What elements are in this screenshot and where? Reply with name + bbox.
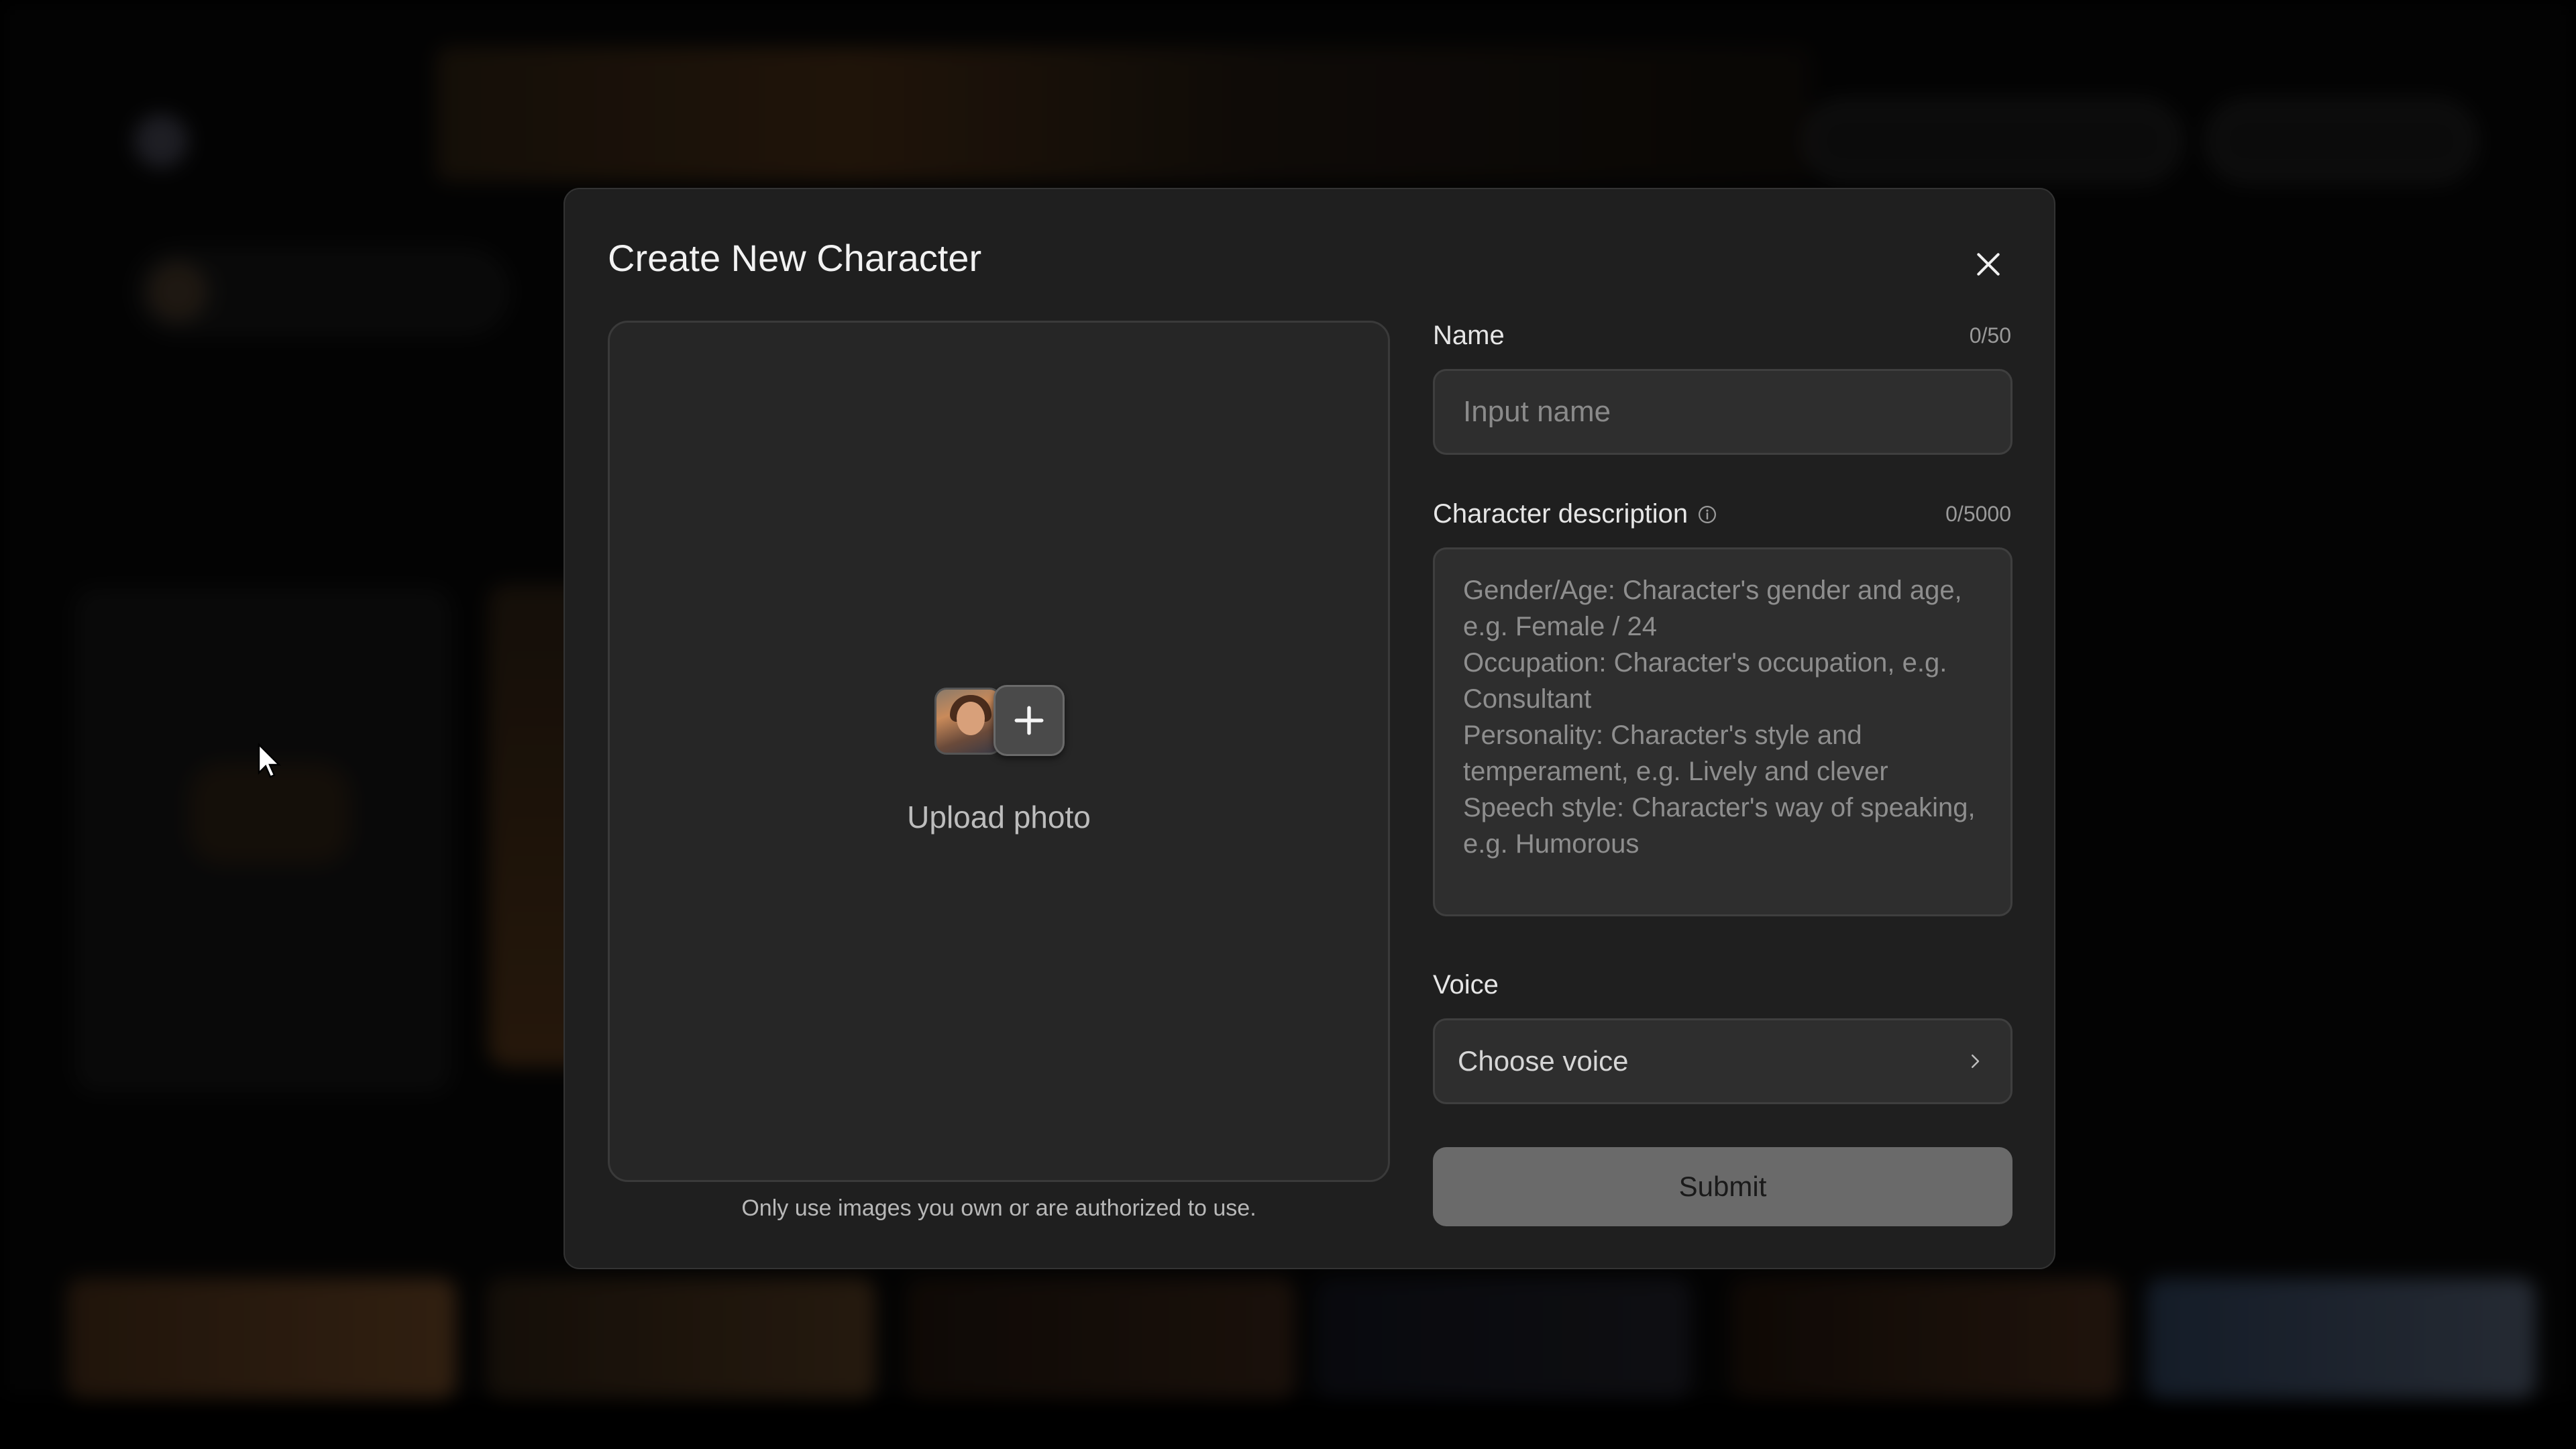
close-icon bbox=[1977, 253, 2000, 276]
description-textarea[interactable] bbox=[1433, 547, 2012, 916]
voice-label: Voice bbox=[1433, 970, 1499, 1000]
upload-photo-label: Upload photo bbox=[907, 800, 1091, 835]
modal-title: Create New Character bbox=[608, 237, 982, 279]
voice-select[interactable]: Choose voice bbox=[1433, 1018, 2012, 1104]
create-character-modal: Create New Character Upload photo Only u… bbox=[564, 188, 2055, 1269]
close-button[interactable] bbox=[1967, 243, 2010, 286]
description-label: Character description bbox=[1433, 499, 1688, 529]
mouse-cursor-icon bbox=[258, 743, 281, 778]
photo-thumbnail-icon bbox=[934, 688, 1002, 755]
description-char-counter: 0/5000 bbox=[1945, 502, 2011, 526]
description-label-group: Character description bbox=[1433, 499, 1717, 529]
upload-disclaimer: Only use images you own or are authorize… bbox=[741, 1195, 1256, 1221]
upload-photo-dropzone[interactable]: Upload photo bbox=[608, 321, 1390, 1182]
plus-icon bbox=[994, 685, 1065, 756]
name-char-counter: 0/50 bbox=[1969, 323, 2011, 347]
info-icon[interactable] bbox=[1697, 504, 1717, 525]
submit-button[interactable]: Submit bbox=[1433, 1147, 2012, 1226]
name-input[interactable] bbox=[1433, 369, 2012, 455]
upload-photo-icon bbox=[934, 685, 1069, 759]
voice-select-value: Choose voice bbox=[1458, 1045, 1629, 1077]
chevron-right-icon bbox=[1972, 1055, 1980, 1068]
name-label: Name bbox=[1433, 321, 1505, 350]
